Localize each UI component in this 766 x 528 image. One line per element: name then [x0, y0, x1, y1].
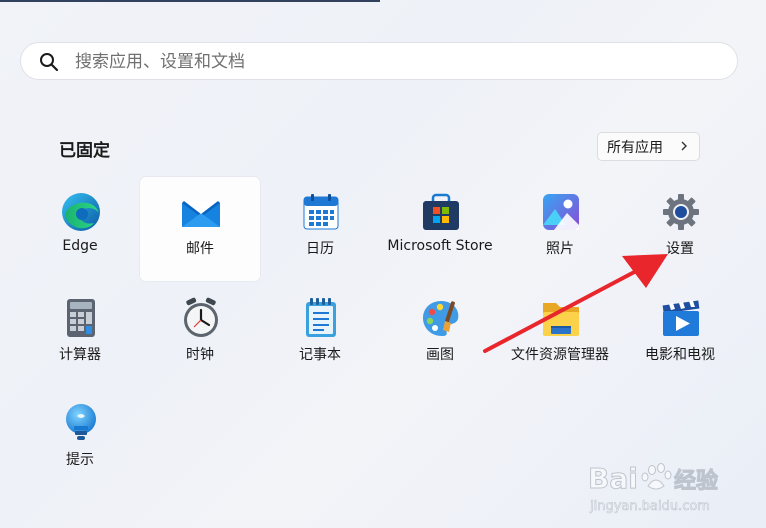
pinned-section-title: 已固定: [59, 141, 110, 161]
search-box[interactable]: [20, 42, 738, 80]
tips-icon: [66, 404, 96, 440]
app-tile-paint[interactable]: 画图: [380, 283, 500, 387]
app-label: 画图: [426, 347, 454, 363]
app-label: 邮件: [186, 241, 214, 257]
app-label: 文件资源管理器: [511, 347, 609, 363]
clock-icon: [184, 297, 218, 337]
paint-icon: [423, 301, 459, 336]
paw-icon: [641, 463, 672, 490]
file-explorer-icon: [543, 303, 579, 336]
app-label: Microsoft Store: [387, 238, 493, 254]
app-tile-microsoft-store[interactable]: Microsoft Store: [380, 177, 500, 281]
app-label: 照片: [546, 241, 574, 257]
app-tile-notepad[interactable]: 记事本: [260, 283, 380, 387]
notepad-icon: [306, 298, 336, 337]
app-tile-calculator[interactable]: 计算器: [20, 283, 140, 387]
calendar-icon: [303, 194, 339, 230]
search-input[interactable]: [73, 47, 717, 77]
app-label: 记事本: [299, 347, 341, 363]
app-label: 日历: [306, 241, 334, 257]
photos-icon: [543, 194, 579, 230]
app-tile-mail[interactable]: 邮件: [140, 177, 260, 281]
movies-tv-icon: [662, 300, 700, 336]
chevron-right-icon: [681, 141, 687, 151]
app-tile-photos[interactable]: 照片: [500, 177, 620, 281]
search-icon: [40, 53, 59, 72]
baidu-jingyan-watermark: Bai 经验 jingyan.baidu.com: [588, 462, 719, 515]
all-apps-button[interactable]: 所有应用: [597, 132, 700, 161]
mail-icon: [182, 201, 220, 227]
watermark-url: jingyan.baidu.com: [589, 499, 710, 514]
watermark-brand: Bai: [588, 462, 638, 495]
app-tile-settings[interactable]: 设置: [620, 177, 740, 281]
app-tile-edge[interactable]: Edge: [20, 177, 140, 281]
watermark-product: 经验: [674, 468, 718, 494]
app-label: 设置: [666, 241, 694, 257]
settings-icon: [663, 194, 699, 230]
app-tile-calendar[interactable]: 日历: [260, 177, 380, 281]
all-apps-label: 所有应用: [607, 139, 663, 156]
app-label: 电影和电视: [645, 347, 715, 363]
app-tile-clock[interactable]: 时钟: [140, 283, 260, 387]
app-tile-movies-tv[interactable]: 电影和电视: [620, 283, 740, 387]
app-label: Edge: [62, 238, 98, 254]
app-tile-file-explorer[interactable]: 文件资源管理器: [500, 283, 620, 387]
app-label: 计算器: [59, 347, 101, 363]
app-label: 提示: [66, 452, 94, 468]
window-top-edge: [0, 0, 380, 2]
calculator-icon: [67, 299, 95, 337]
app-label: 时钟: [186, 347, 214, 363]
edge-icon: [62, 193, 100, 231]
app-tile-tips[interactable]: 提示: [20, 388, 140, 492]
store-icon: [423, 193, 459, 230]
